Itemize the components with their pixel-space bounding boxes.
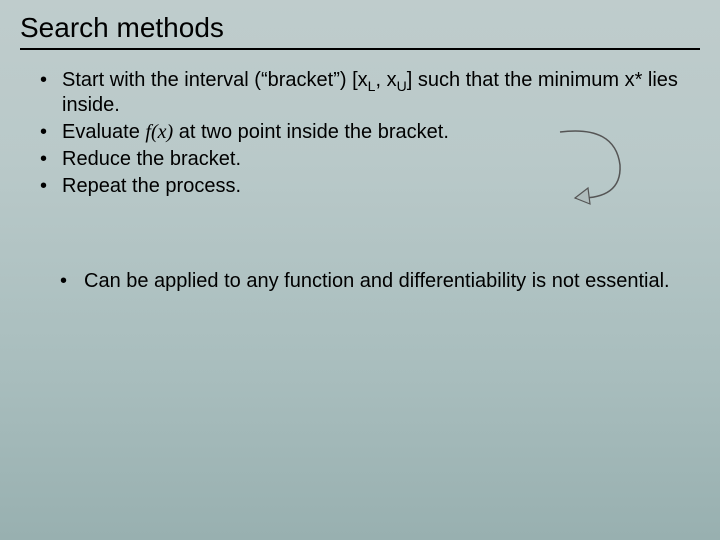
bullet-2-fx: f(x): [145, 121, 173, 143]
slide: Search methods Start with the interval (…: [0, 0, 720, 540]
bullet-1-sub-U: U: [397, 78, 407, 94]
bullet-list-note: Can be applied to any function and diffe…: [60, 269, 700, 294]
bullet-2-text-pre: Evaluate: [62, 121, 145, 143]
bullet-note: Can be applied to any function and diffe…: [60, 269, 700, 294]
bullet-1-text-mid: , x: [375, 69, 396, 91]
loop-arrow-icon: [540, 120, 640, 210]
bullet-1-text-pre: Start with the interval (“bracket”) [x: [62, 69, 368, 91]
slide-title: Search methods: [20, 12, 700, 44]
title-rule: [20, 48, 700, 50]
bullet-item-1: Start with the interval (“bracket”) [xL,…: [40, 68, 700, 118]
bullet-2-text-post: at two point inside the bracket.: [173, 121, 449, 143]
